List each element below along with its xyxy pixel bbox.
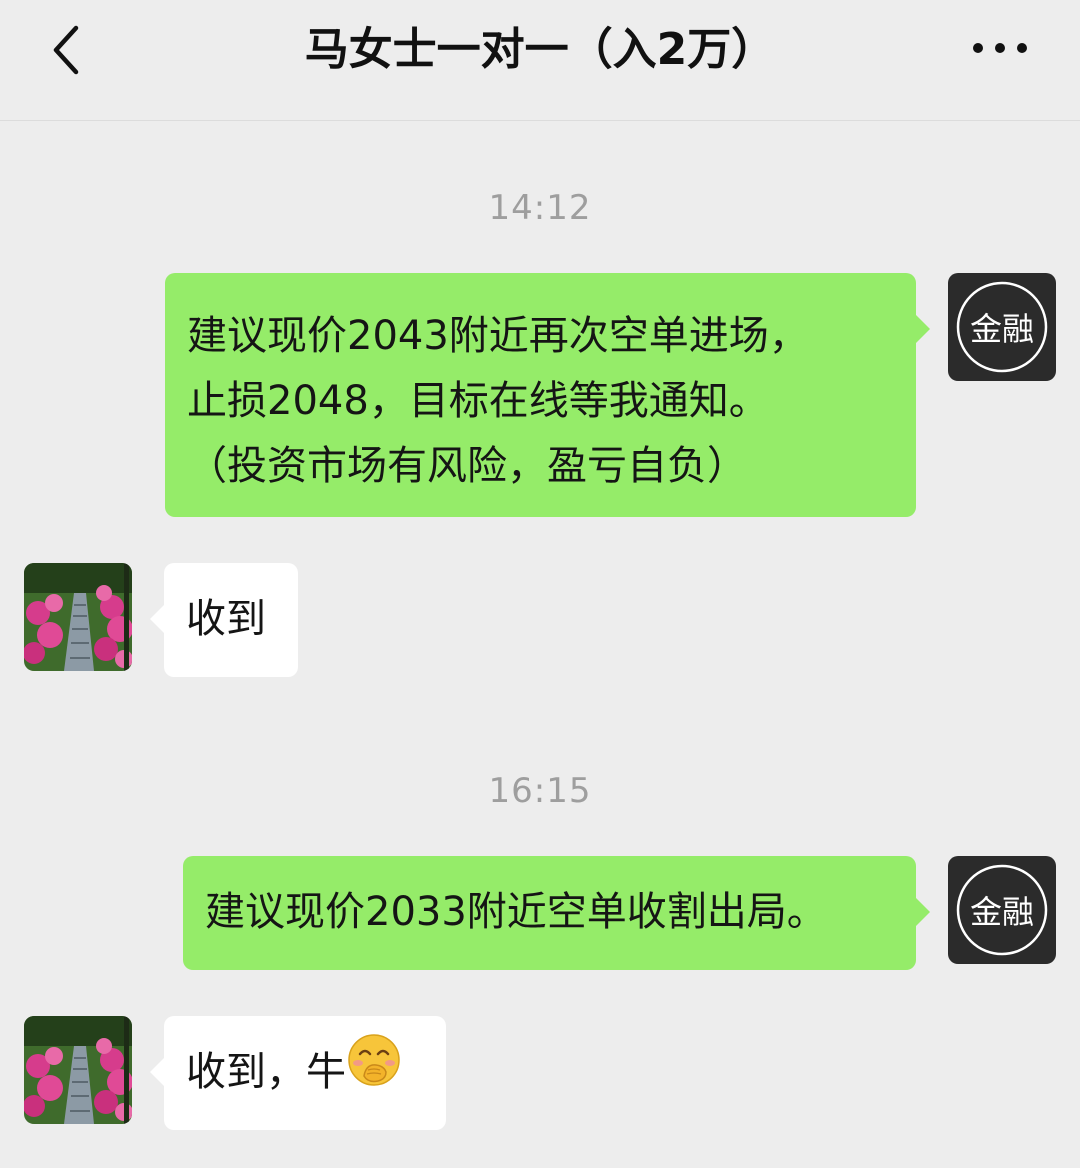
sent-message-bubble[interactable]: 建议现价2043附近再次空单进场， 止损2048，目标在线等我通知。 （投资市场… [165,273,930,517]
message-text-line: 止损2048，目标在线等我通知。 [187,378,769,424]
received-message-bubble[interactable]: 收到，牛 [150,1016,446,1130]
hand-over-mouth-emoji-icon [346,1032,402,1108]
more-options-button[interactable] [968,26,1032,70]
message-text: 收到，牛 [186,1049,346,1095]
contact-avatar[interactable] [24,1016,132,1124]
chat-header: 马女士一对一（入2万） [0,0,1080,121]
message-text-line: 建议现价2043附近再次空单进场， [187,313,809,359]
sent-message-bubble[interactable]: 建议现价2033附近空单收割出局。 [183,856,930,970]
my-avatar[interactable]: 金融 [948,856,1056,964]
chat-title: 马女士一对一（入2万） [304,24,776,75]
more-dots-icon [973,43,1027,53]
back-button[interactable] [40,18,96,82]
message-text: 收到 [186,596,266,642]
message-text-line: （投资市场有风险，盈亏自负） [187,443,747,489]
contact-avatar[interactable] [24,563,132,671]
received-message-bubble[interactable]: 收到 [150,563,298,677]
chevron-left-icon [53,25,79,75]
my-avatar[interactable]: 金融 [948,273,1056,381]
timestamp: 16:15 [488,771,592,811]
timestamp: 14:12 [488,188,592,228]
avatar-logo-text: 金融 [970,893,1034,931]
avatar-logo-text: 金融 [970,310,1034,348]
message-text-line: 建议现价2033附近空单收割出局。 [205,889,827,935]
